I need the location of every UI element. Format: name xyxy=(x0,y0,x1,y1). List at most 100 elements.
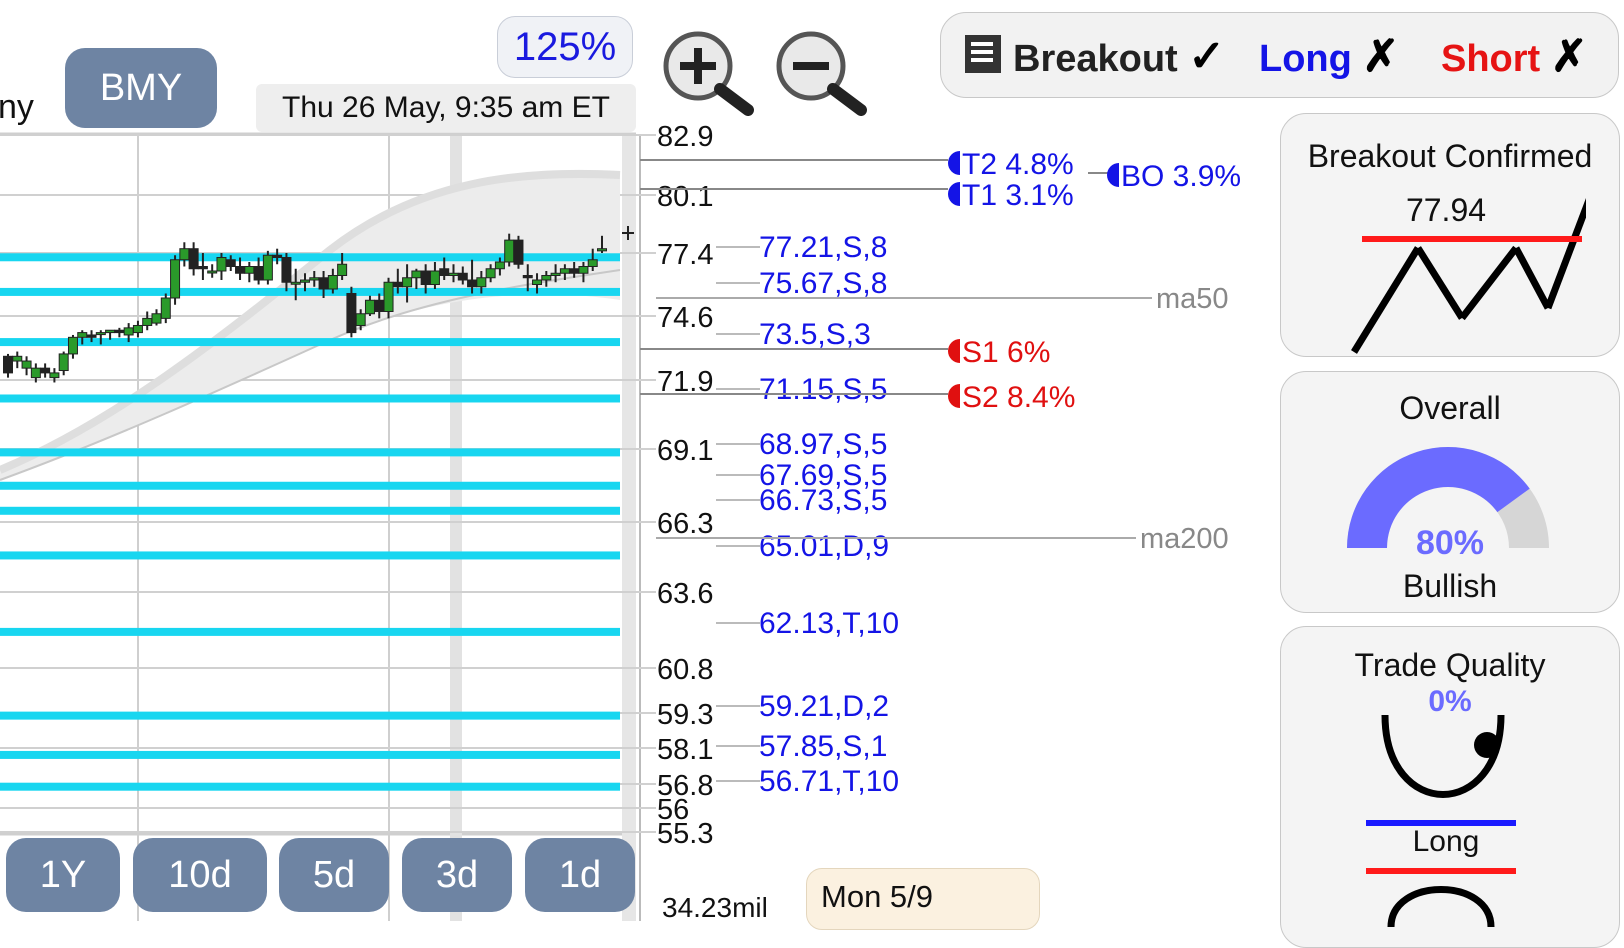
cross-icon: ✗ xyxy=(1362,32,1400,81)
candle-body xyxy=(235,266,246,274)
target-t1-label: T1 3.1% xyxy=(962,179,1074,212)
candle-body xyxy=(374,299,385,312)
timeframe-1y-button[interactable]: 1Y xyxy=(6,838,120,912)
ticker-button[interactable]: BMY xyxy=(65,48,217,128)
candle-body xyxy=(95,332,106,336)
candle-body xyxy=(151,313,162,324)
candle-body xyxy=(12,355,23,362)
support-level-label: 75.67,S,8 xyxy=(759,267,887,300)
candle-body xyxy=(3,355,13,374)
support-level-bar xyxy=(0,551,620,560)
candle-body xyxy=(170,259,181,299)
candle-body xyxy=(142,317,153,326)
price-tick-label: 69.1 xyxy=(657,435,713,467)
candle-body xyxy=(77,332,88,338)
stop-s2-marker xyxy=(948,384,960,408)
magnifier-plus-icon xyxy=(663,31,754,116)
candle-body xyxy=(86,334,97,338)
support-level-label: 59.21,D,2 xyxy=(759,690,889,723)
candle-body xyxy=(402,277,413,288)
filter-short[interactable]: Short ✗ xyxy=(1441,31,1588,82)
price-envelope-band xyxy=(0,173,620,480)
support-level-label: 57.85,S,1 xyxy=(759,730,887,763)
support-level-bar xyxy=(0,448,620,457)
magnifier-minus-icon xyxy=(776,31,867,116)
breakout-confirmed-panel[interactable]: Breakout Confirmed 77.94 xyxy=(1280,113,1620,357)
filter-long-label: Long xyxy=(1259,38,1352,80)
stop-s1-label: S1 6% xyxy=(962,336,1050,369)
candle-body xyxy=(411,270,422,279)
candle-body xyxy=(253,266,264,281)
candle-body xyxy=(300,279,310,283)
zoom-level-button[interactable]: 125% xyxy=(497,16,633,78)
zoom-out-button[interactable] xyxy=(773,26,873,116)
candle-body xyxy=(132,324,143,334)
candle-body xyxy=(197,266,208,270)
candle-body xyxy=(429,270,440,285)
check-icon: ✓ xyxy=(1188,32,1226,81)
trade-quality-panel[interactable]: Trade Quality 0% Long xyxy=(1280,626,1620,948)
overall-panel[interactable]: Overall 80% Bullish xyxy=(1280,371,1620,613)
support-level-bar xyxy=(0,750,620,759)
filter-long[interactable]: Long ✗ xyxy=(1259,31,1399,82)
stop-s1-marker xyxy=(948,339,960,363)
candle-body xyxy=(188,248,199,270)
candle-body xyxy=(327,275,338,290)
candle-body xyxy=(216,257,227,272)
trade-quality-title: Trade Quality xyxy=(1354,647,1546,683)
support-level-label: 71.15,S,5 xyxy=(759,373,887,406)
support-level-bar xyxy=(0,782,620,791)
candle-body xyxy=(244,266,255,274)
candle-body xyxy=(355,313,366,326)
filter-short-label: Short xyxy=(1441,38,1541,80)
candle-body xyxy=(457,272,468,281)
price-tick-label: 58.1 xyxy=(657,734,713,766)
datetime-label: Thu 26 May, 9:35 am ET xyxy=(256,84,636,132)
support-level-bar xyxy=(0,394,620,403)
price-tick-label: 60.8 xyxy=(657,654,713,686)
timeframe-5d-button[interactable]: 5d xyxy=(279,838,389,912)
hover-date-label: Mon 5/9 xyxy=(821,879,934,914)
support-level-bar xyxy=(0,253,620,262)
candle-body xyxy=(420,270,431,285)
trade-quality-label: Long xyxy=(1412,825,1480,858)
candle-body xyxy=(40,367,51,374)
price-tick-label: 82.9 xyxy=(657,121,713,153)
support-level-label: 65.01,D,9 xyxy=(759,530,889,563)
support-level-bar xyxy=(0,711,620,720)
candle-body xyxy=(494,261,505,270)
support-level-label: 62.13,T,10 xyxy=(759,607,899,640)
candle-body xyxy=(550,272,561,276)
candle-body xyxy=(105,329,116,334)
candle-body xyxy=(541,275,552,281)
timeframe-3d-button[interactable]: 3d xyxy=(402,838,512,912)
candle-body xyxy=(485,268,496,279)
candle-body xyxy=(318,277,329,290)
list-icon[interactable] xyxy=(963,33,1003,75)
price-tick-label: 63.6 xyxy=(657,578,713,610)
candle-body xyxy=(225,259,236,267)
candle-body xyxy=(30,367,41,379)
candle-body xyxy=(392,281,403,288)
candle-body xyxy=(364,299,375,315)
support-level-label: 56.71,T,10 xyxy=(759,765,899,798)
candle-body xyxy=(262,254,273,281)
timeframe-10d-button[interactable]: 10d xyxy=(133,838,267,912)
filter-breakout[interactable]: Breakout ✓ xyxy=(1013,31,1225,82)
price-tick-label: 80.1 xyxy=(657,181,713,213)
candle-body xyxy=(179,248,190,261)
price-tick-label: 66.3 xyxy=(657,508,713,540)
zoom-in-button[interactable] xyxy=(660,26,760,116)
breakout-marker xyxy=(1107,163,1119,187)
candle-body xyxy=(597,248,607,252)
stop-s2-label: S2 8.4% xyxy=(962,381,1075,414)
candle-body xyxy=(559,268,570,274)
candle-body xyxy=(207,270,218,274)
candle-body xyxy=(58,353,69,372)
price-tick-label: 59.3 xyxy=(657,699,713,731)
timeframe-1d-button[interactable]: 1d xyxy=(525,838,635,912)
partial-company-name: ny xyxy=(0,88,34,126)
overall-label: Bullish xyxy=(1402,568,1498,604)
breakout-panel-title: Breakout Confirmed xyxy=(1307,138,1593,174)
breakout-label: BO 3.9% xyxy=(1121,160,1241,193)
